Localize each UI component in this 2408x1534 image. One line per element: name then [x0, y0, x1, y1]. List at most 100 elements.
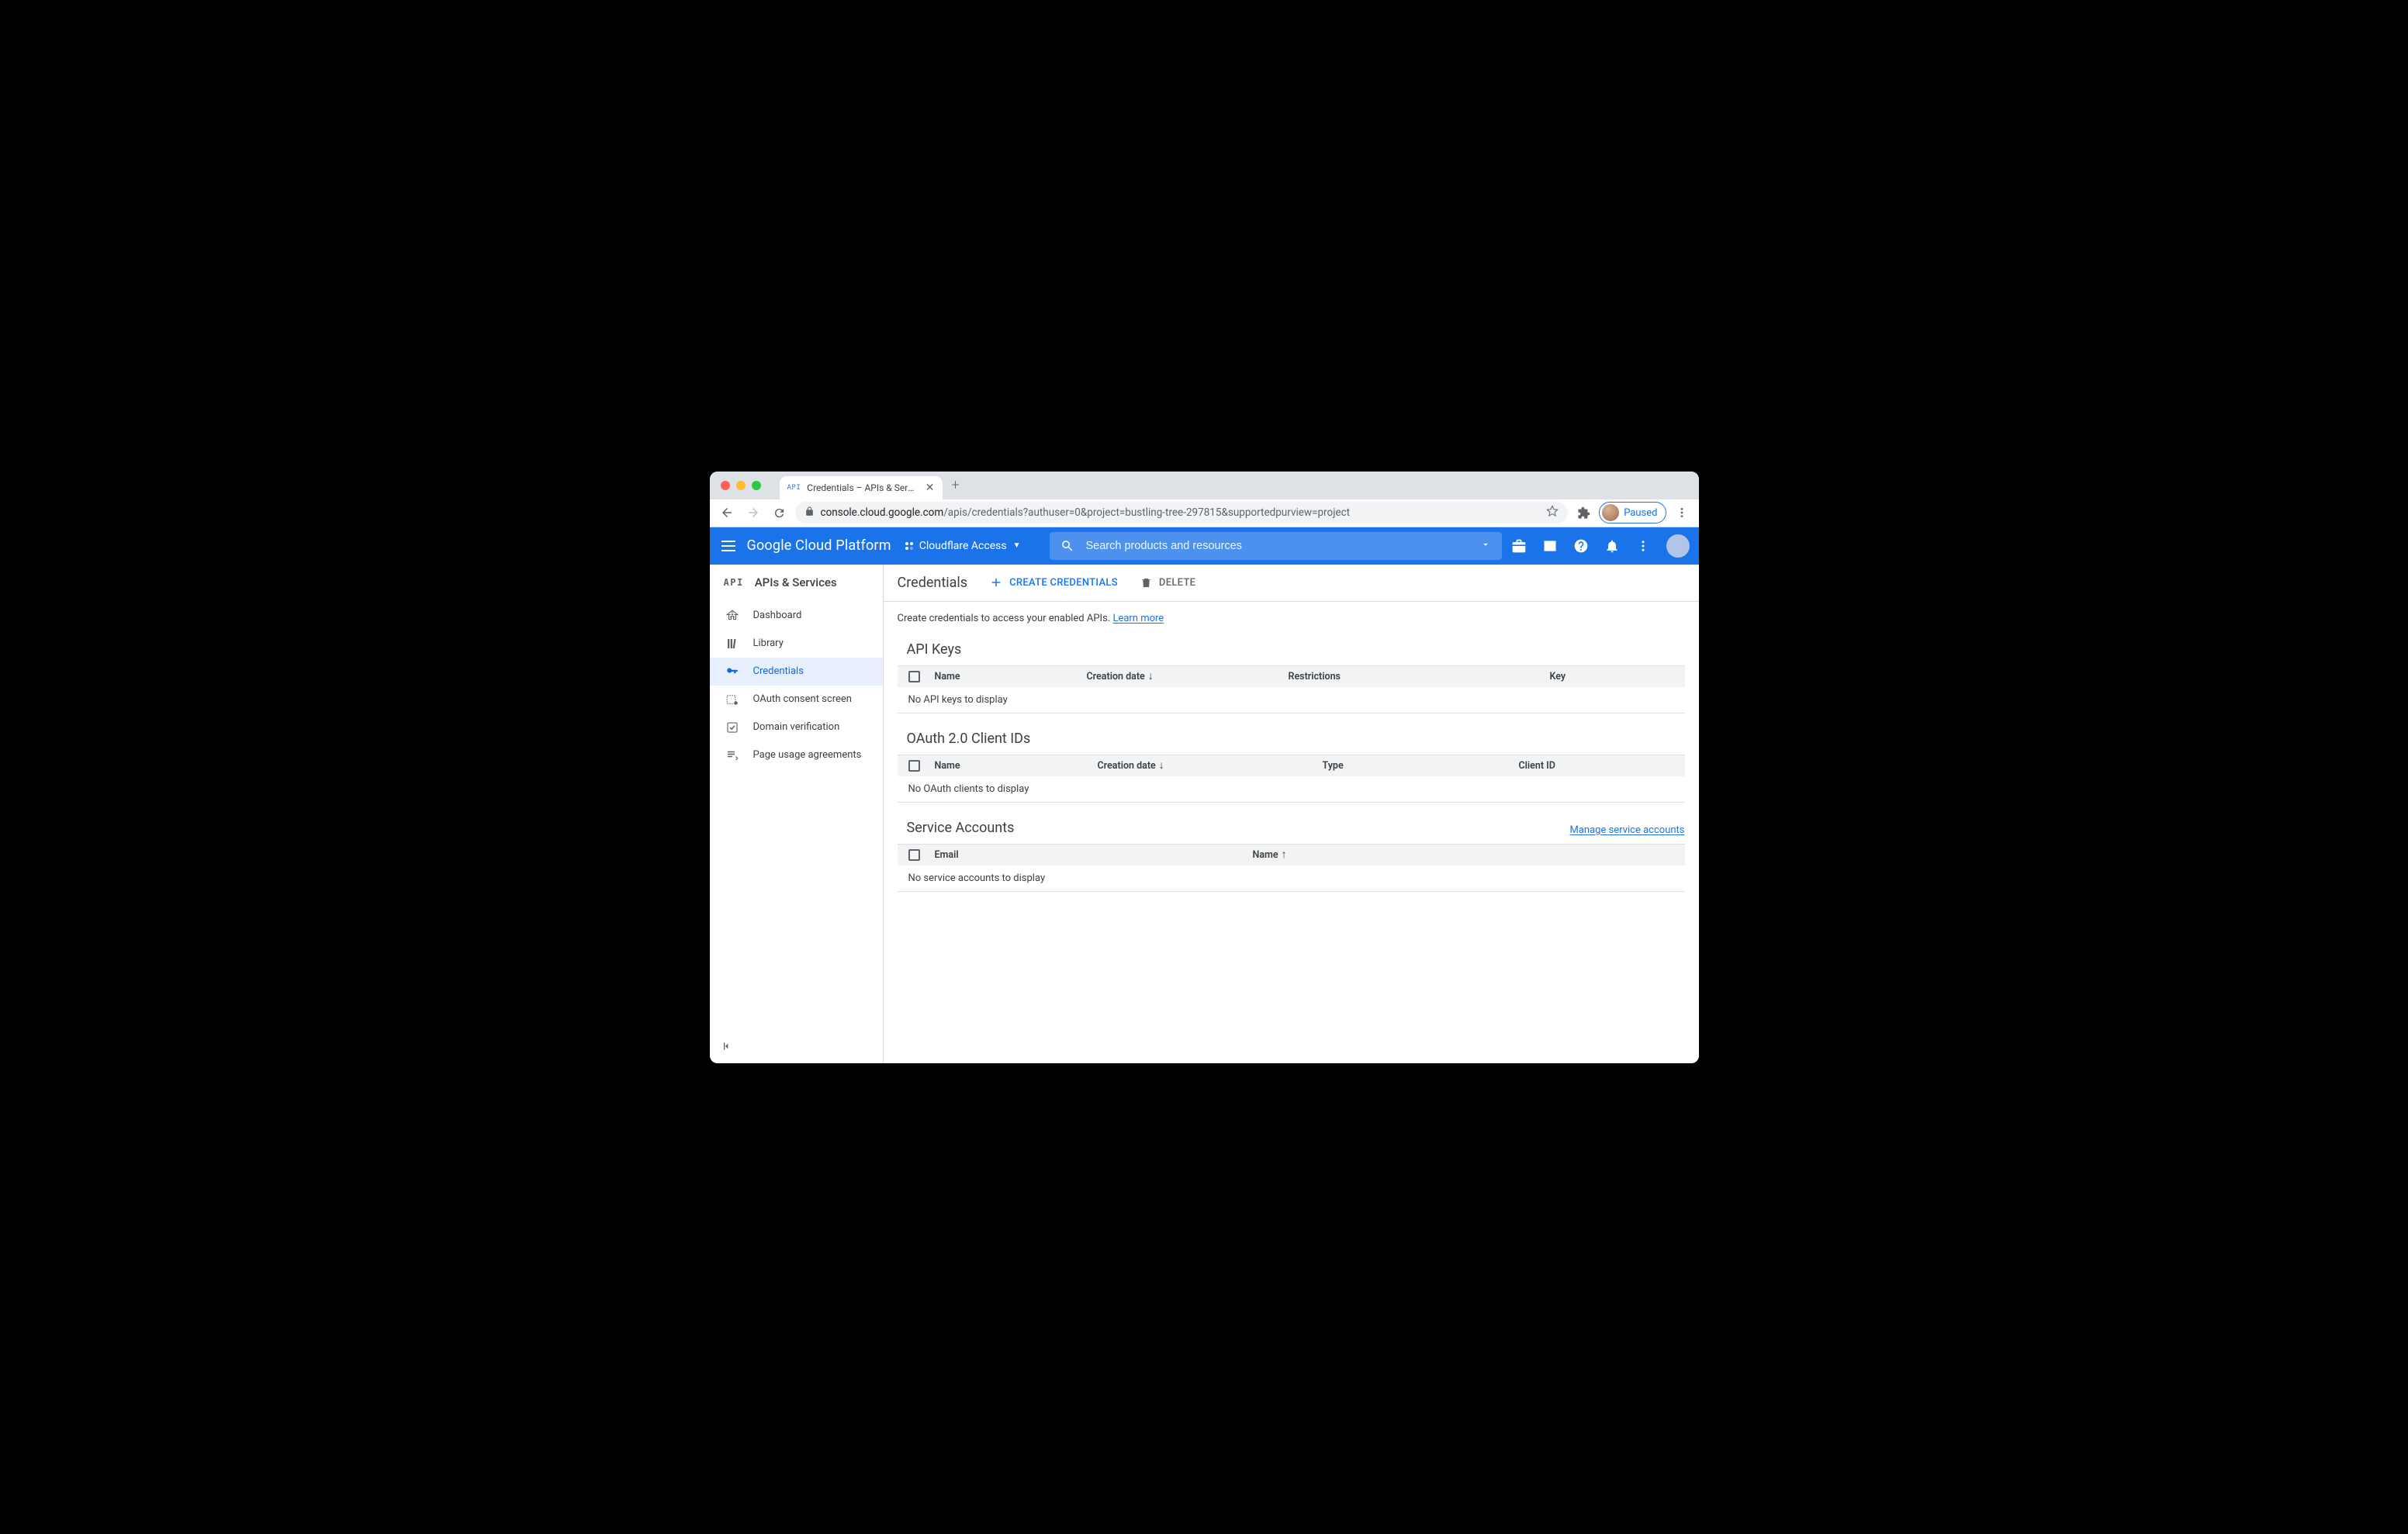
search-icon	[1060, 539, 1074, 553]
empty-state: No API keys to display	[898, 687, 1685, 713]
lock-icon	[804, 506, 815, 519]
sidebar-item-label: Credentials	[753, 665, 804, 677]
new-tab-button[interactable]: +	[943, 477, 969, 493]
sidebar-item-page-usage[interactable]: Page usage agreements	[710, 741, 883, 769]
back-button[interactable]	[716, 502, 738, 523]
delete-button[interactable]: DELETE	[1140, 576, 1195, 589]
free-trial-icon[interactable]	[1511, 538, 1527, 554]
sidebar-item-label: Dashboard	[753, 610, 802, 621]
gcp-logo[interactable]: Google Cloud Platform	[747, 537, 891, 554]
nav-menu-button[interactable]	[719, 537, 738, 555]
project-picker[interactable]: Cloudflare Access ▼	[901, 537, 1026, 555]
section-oauth-clients: OAuth 2.0 Client IDs Name Creation date …	[898, 731, 1685, 803]
table-header-row: Name Creation date ↓ Type Client ID	[898, 755, 1685, 776]
trash-icon	[1140, 576, 1153, 589]
titlebar: API Credentials – APIs & Services – ✕ +	[710, 472, 1699, 499]
select-all-checkbox[interactable]	[908, 760, 920, 772]
browser-tab[interactable]: API Credentials – APIs & Services – ✕	[780, 476, 943, 499]
window-zoom-button[interactable]	[752, 481, 761, 490]
browser-window: API Credentials – APIs & Services – ✕ + …	[710, 472, 1699, 1063]
col-name[interactable]: Name	[935, 671, 1087, 682]
help-icon[interactable]	[1573, 538, 1589, 554]
manage-service-accounts-link[interactable]: Manage service accounts	[1570, 824, 1685, 836]
sidebar: API APIs & Services Dashboard Library Cr…	[710, 565, 884, 1063]
tab-favicon: API	[787, 484, 801, 492]
settings-menu-icon[interactable]	[1635, 538, 1651, 554]
col-key[interactable]: Key	[1550, 671, 1674, 682]
notifications-icon[interactable]	[1604, 538, 1620, 554]
address-bar[interactable]: console.cloud.google.com/apis/credential…	[795, 502, 1569, 523]
sidebar-item-label: Domain verification	[753, 721, 840, 733]
delete-label: DELETE	[1159, 577, 1195, 589]
main-content: Credentials CREATE CREDENTIALS DELETE Cr…	[884, 565, 1699, 1063]
section-service-accounts: Service Accounts Manage service accounts…	[898, 820, 1685, 892]
section-api-keys: API Keys Name Creation date ↓ Restrictio…	[898, 641, 1685, 713]
create-credentials-button[interactable]: CREATE CREDENTIALS	[989, 575, 1118, 589]
profile-chip[interactable]: Paused	[1599, 502, 1666, 523]
caret-down-icon: ▼	[1013, 541, 1021, 550]
col-creation-date[interactable]: Creation date ↓	[1098, 760, 1323, 772]
sidebar-item-domain-verification[interactable]: Domain verification	[710, 713, 883, 741]
gcp-searchbar[interactable]	[1050, 532, 1501, 560]
col-client-id[interactable]: Client ID	[1519, 760, 1674, 772]
col-type[interactable]: Type	[1323, 760, 1519, 772]
empty-state: No OAuth clients to display	[898, 776, 1685, 802]
select-all-checkbox[interactable]	[908, 671, 920, 682]
search-dropdown-icon[interactable]	[1480, 539, 1491, 552]
key-icon	[725, 665, 739, 679]
oauth-table: Name Creation date ↓ Type Client ID No O…	[898, 755, 1685, 803]
browser-menu-icon[interactable]	[1671, 502, 1693, 523]
account-avatar[interactable]	[1666, 534, 1690, 558]
helper-text: Create credentials to access your enable…	[898, 613, 1685, 624]
learn-more-link[interactable]: Learn more	[1112, 613, 1164, 624]
search-input[interactable]	[1085, 540, 1469, 552]
sidebar-item-credentials[interactable]: Credentials	[710, 658, 883, 686]
api-keys-table: Name Creation date ↓ Restrictions Key No…	[898, 665, 1685, 713]
page-header: Credentials CREATE CREDENTIALS DELETE	[884, 565, 1699, 602]
sidebar-item-dashboard[interactable]: Dashboard	[710, 602, 883, 630]
forward-button[interactable]	[742, 502, 764, 523]
body-area: API APIs & Services Dashboard Library Cr…	[710, 565, 1699, 1063]
col-creation-date[interactable]: Creation date ↓	[1087, 671, 1289, 682]
collapse-sidebar-button[interactable]	[721, 1040, 733, 1055]
content-area: Create credentials to access your enable…	[884, 602, 1699, 915]
sidebar-item-oauth-consent[interactable]: OAuth consent screen	[710, 686, 883, 713]
agreement-icon	[725, 748, 739, 762]
page-title: Credentials	[898, 575, 968, 591]
consent-icon	[725, 693, 739, 707]
section-title: Service Accounts	[898, 820, 1015, 836]
table-header-row: Name Creation date ↓ Restrictions Key	[898, 666, 1685, 687]
reload-button[interactable]	[769, 502, 791, 523]
col-name[interactable]: Name	[935, 760, 1098, 772]
plus-icon	[989, 575, 1003, 589]
url-text: console.cloud.google.com/apis/credential…	[821, 506, 1351, 519]
window-minimize-button[interactable]	[736, 481, 746, 490]
library-icon	[725, 637, 739, 651]
sidebar-item-library[interactable]: Library	[710, 630, 883, 658]
service-accounts-table: Email Name ↑ No service accounts to disp…	[898, 844, 1685, 892]
project-icon	[905, 542, 913, 550]
project-name: Cloudflare Access	[919, 540, 1007, 552]
sidebar-section-title[interactable]: API APIs & Services	[710, 565, 883, 602]
tab-close-icon[interactable]: ✕	[922, 482, 935, 494]
gcp-header: Google Cloud Platform Cloudflare Access …	[710, 527, 1699, 565]
traffic-lights[interactable]	[710, 481, 772, 490]
tab-title: Credentials – APIs & Services –	[807, 482, 916, 493]
empty-state: No service accounts to display	[898, 865, 1685, 891]
create-credentials-label: CREATE CREDENTIALS	[1009, 577, 1118, 589]
bookmark-star-icon[interactable]	[1546, 505, 1559, 520]
api-badge-icon: API	[724, 577, 744, 588]
window-close-button[interactable]	[721, 481, 730, 490]
sidebar-title-text: APIs & Services	[755, 575, 837, 589]
sidebar-item-label: Library	[753, 637, 784, 649]
col-restrictions[interactable]: Restrictions	[1289, 671, 1550, 682]
table-header-row: Email Name ↑	[898, 845, 1685, 865]
section-title: API Keys	[898, 641, 962, 658]
check-icon	[725, 720, 739, 734]
extensions-icon[interactable]	[1572, 502, 1594, 523]
col-email[interactable]: Email	[935, 849, 1253, 861]
cloud-shell-icon[interactable]	[1542, 538, 1558, 554]
col-name[interactable]: Name ↑	[1253, 849, 1674, 861]
sidebar-item-label: Page usage agreements	[753, 749, 862, 761]
select-all-checkbox[interactable]	[908, 849, 920, 861]
